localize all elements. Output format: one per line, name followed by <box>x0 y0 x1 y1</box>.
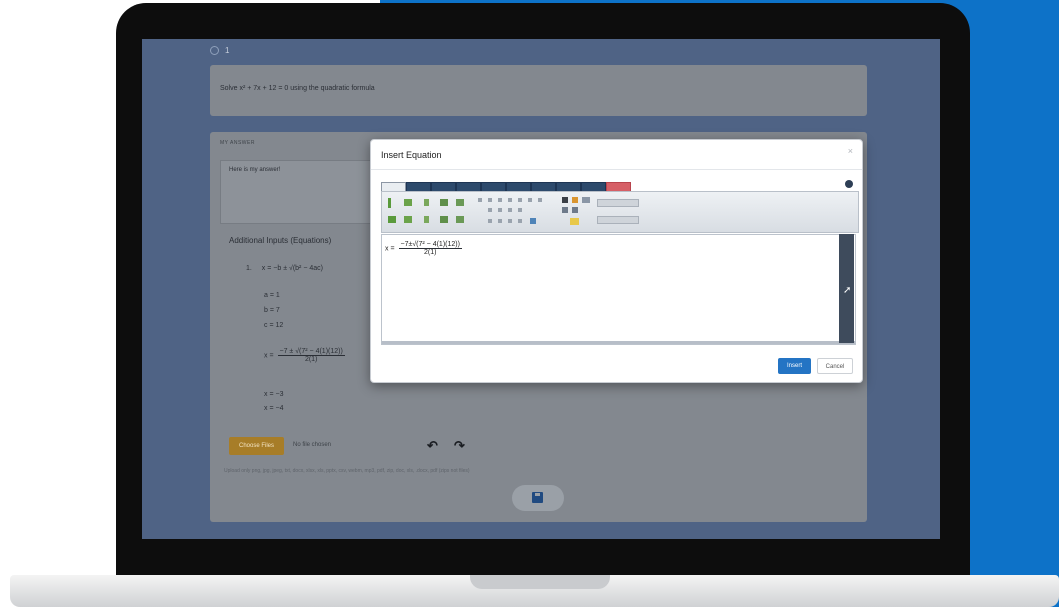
toolbar-symbol-icon[interactable] <box>538 198 542 202</box>
toolbar-integral-icon[interactable] <box>404 216 412 223</box>
choose-files-button[interactable]: Choose Files <box>229 437 284 455</box>
save-button[interactable] <box>512 485 564 511</box>
equation-toolbar <box>381 191 859 233</box>
answer-text: Here is my answer! <box>229 167 281 173</box>
toolbar-symbol-icon[interactable] <box>498 198 502 202</box>
toolbar-align-icon[interactable] <box>572 207 578 213</box>
toolbar-limit-icon[interactable] <box>440 216 448 223</box>
floppy-disk-icon <box>532 492 543 503</box>
toolbar-matrix-icon[interactable] <box>388 216 396 223</box>
question-status-icon <box>210 46 219 56</box>
list-number: 1. <box>246 265 252 272</box>
toolbar-symbol-icon[interactable] <box>518 208 522 212</box>
insert-equation-dialog: Insert Equation × x = −7±√(7² − 4(1)(12)… <box>370 139 863 383</box>
solution-1: x = −3 <box>264 391 284 398</box>
eq2-fraction: −7 ± √(7² − 4(1)(12)) 2(1) <box>277 348 345 363</box>
toolbar-symbol-icon[interactable] <box>488 208 492 212</box>
editor-equation: x = −7±√(7² − 4(1)(12)) 2(1) <box>385 241 462 256</box>
eq2-left: x = <box>264 352 274 360</box>
toolbar-image-icon[interactable] <box>530 218 536 224</box>
divider <box>371 169 862 170</box>
question-number: 1 <box>210 46 230 56</box>
solution-2: x = −4 <box>264 405 284 412</box>
editor-eq-left: x = <box>385 245 395 253</box>
toolbar-symbol-icon[interactable] <box>518 219 522 223</box>
question-card: Solve x² + 7x + 12 = 0 using the quadrat… <box>210 65 867 116</box>
equation-editor[interactable]: x = −7±√(7² − 4(1)(12)) 2(1) <box>381 234 856 345</box>
toolbar-symbol-icon[interactable] <box>518 198 522 202</box>
question-number-text: 1 <box>225 46 230 55</box>
undo-icon[interactable]: ↶ <box>427 438 438 454</box>
help-icon[interactable] <box>845 180 853 188</box>
toolbar-fraction-icon[interactable] <box>424 199 429 206</box>
toolbar-symbol-icon[interactable] <box>488 198 492 202</box>
laptop-notch <box>470 575 610 589</box>
substituted-formula: x = −7 ± √(7² − 4(1)(12)) 2(1) <box>264 348 345 363</box>
toolbar-sum-icon[interactable] <box>424 216 429 223</box>
redo-icon[interactable]: ↷ <box>454 438 465 454</box>
editor-fraction: −7±√(7² − 4(1)(12)) 2(1) <box>398 241 462 256</box>
toolbar-format-icon[interactable] <box>582 197 590 203</box>
toolbar-symbol-icon[interactable] <box>508 219 512 223</box>
eq2-numerator: −7 ± √(7² − 4(1)(12)) <box>277 348 345 356</box>
file-status: No file chosen <box>293 442 332 448</box>
toolbar-symbol-icon[interactable] <box>528 198 532 202</box>
size-select[interactable] <box>597 216 639 224</box>
eq2-denominator: 2(1) <box>304 356 318 363</box>
mouse-cursor-icon: ➚ <box>843 285 852 296</box>
font-select[interactable] <box>597 199 639 207</box>
toolbar-subscript-icon[interactable] <box>456 199 464 206</box>
quadratic-formula: x = −b ± √(b² − 4ac) <box>261 265 323 272</box>
variable-c: c = 12 <box>264 322 284 329</box>
toolbar-sqrt-icon[interactable] <box>404 199 412 206</box>
dialog-title: Insert Equation <box>381 150 442 160</box>
close-icon[interactable]: × <box>848 146 853 156</box>
editor-numerator: −7±√(7² − 4(1)(12)) <box>398 241 462 249</box>
cancel-button[interactable]: Cancel <box>817 358 853 374</box>
toolbar-power-icon[interactable] <box>440 199 448 206</box>
toolbar-bracket-icon[interactable] <box>388 198 391 208</box>
additional-inputs-title: Additional Inputs (Equations) <box>229 236 332 245</box>
editor-denominator: 2(1) <box>423 249 437 256</box>
toolbar-log-icon[interactable] <box>456 216 464 223</box>
equation-list-item-1[interactable]: 1. x = −b ± √(b² − 4ac) <box>246 265 323 272</box>
toolbar-symbol-icon[interactable] <box>498 219 502 223</box>
answer-label: MY ANSWER <box>220 140 255 146</box>
toolbar-symbol-icon[interactable] <box>498 208 502 212</box>
variable-b: b = 7 <box>264 307 280 314</box>
toolbar-symbol-icon[interactable] <box>488 219 492 223</box>
toolbar-align-icon[interactable] <box>562 207 568 213</box>
answer-textarea[interactable]: Here is my answer! <box>220 160 372 224</box>
variable-a: a = 1 <box>264 292 280 299</box>
toolbar-color-icon[interactable] <box>572 197 578 203</box>
toolbar-symbol-icon[interactable] <box>508 198 512 202</box>
editor-footer-bar <box>382 341 855 344</box>
toolbar-highlight-icon[interactable] <box>570 218 579 225</box>
upload-hint: Upload only png, jpg, jpeg, txt, docx, x… <box>224 468 470 474</box>
toolbar-symbol-icon[interactable] <box>478 198 482 202</box>
insert-button[interactable]: Insert <box>778 358 811 374</box>
toolbar-symbol-icon[interactable] <box>508 208 512 212</box>
question-text: Solve x² + 7x + 12 = 0 using the quadrat… <box>220 85 375 92</box>
toolbar-bold-icon[interactable] <box>562 197 568 203</box>
